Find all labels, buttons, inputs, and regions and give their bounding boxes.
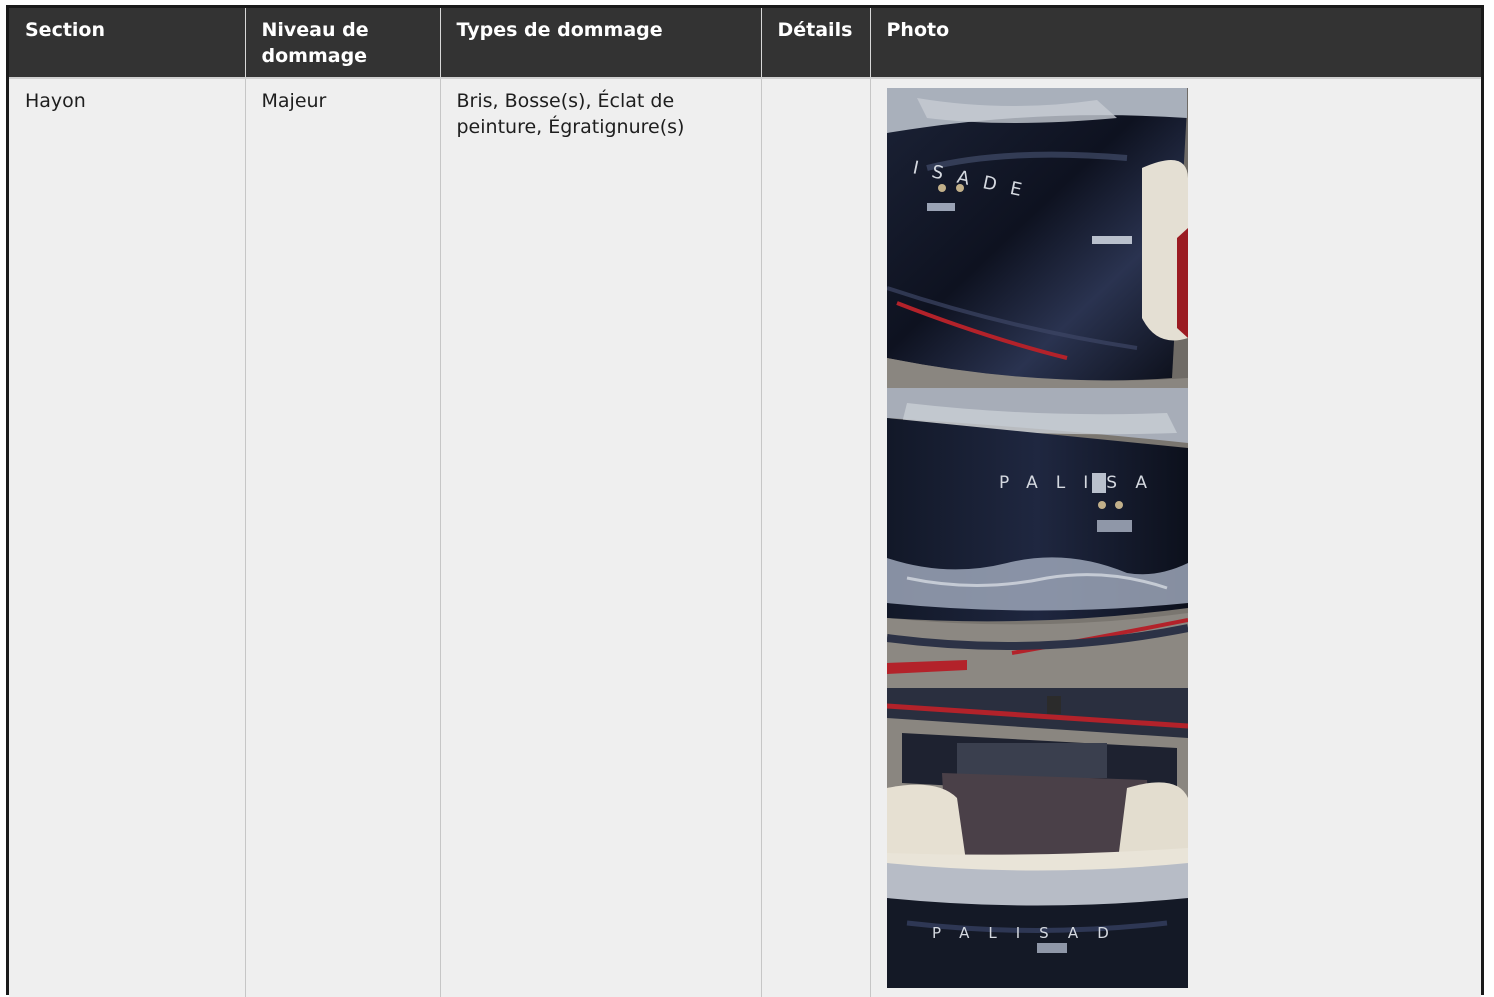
damage-photo-2[interactable]: PALISA [886,388,1188,688]
cell-types: Bris, Bosse(s), Éclat de peinture, Égrat… [439,77,761,997]
header-niveau: Niveau de dommage [244,8,440,78]
header-details: Détails [760,8,870,78]
cell-section: Hayon [9,77,245,997]
cell-niveau: Majeur [244,77,440,997]
cell-photo: ISADE PALISA PALISAD [869,77,1481,997]
table-row: Hayon Majeur Bris, Bosse(s), Éclat de pe… [9,77,1481,997]
header-photo: Photo [869,8,1481,78]
photo-stack: ISADE PALISA PALISAD [886,88,1188,988]
damage-photo-1[interactable]: ISADE [886,88,1188,388]
damage-table-frame: Section Niveau de dommage Types de domma… [6,5,1484,997]
header-types: Types de dommage [439,8,761,78]
photo-2-badge: PALISA [999,473,1165,493]
photo-3-badge: PALISAD [932,924,1128,942]
damage-table: Section Niveau de dommage Types de domma… [9,8,1481,997]
cell-details [760,77,870,997]
table-header-row: Section Niveau de dommage Types de domma… [9,8,1481,78]
damage-photo-3[interactable]: PALISAD [886,688,1188,988]
header-section: Section [9,8,245,78]
